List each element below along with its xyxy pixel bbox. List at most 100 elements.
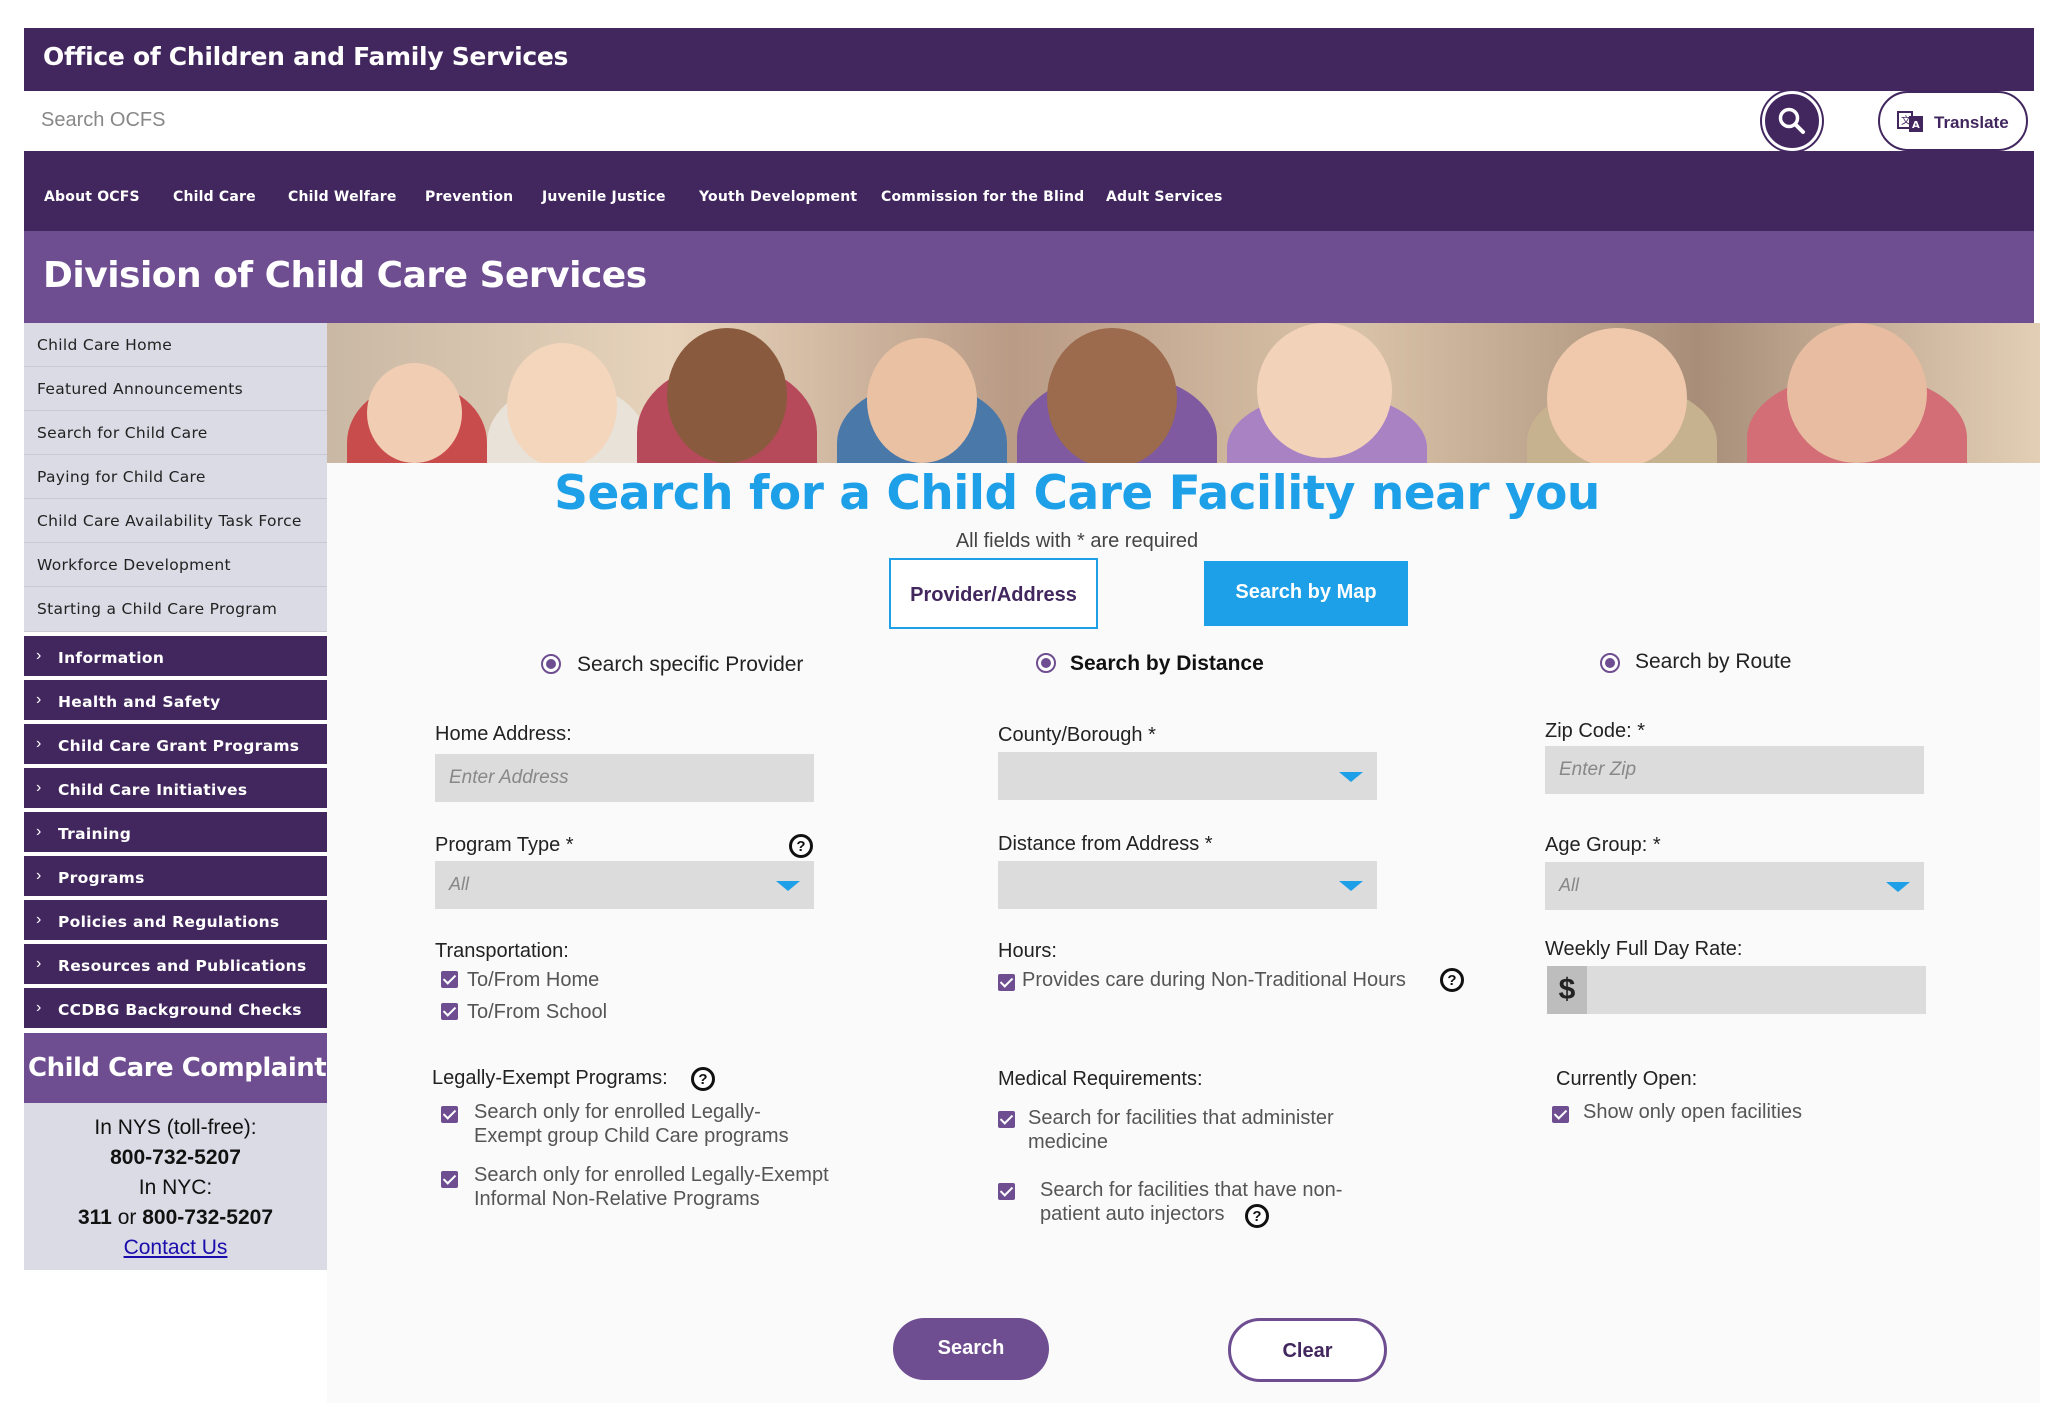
chevron-right-icon: ›: [36, 779, 42, 796]
checkbox-label-exempt-informal: Search only for enrolled Legally-Exempt I…: [474, 1164, 829, 1210]
checkbox-label-school: To/From School: [467, 1001, 608, 1023]
home-address-label: Home Address:: [435, 723, 572, 745]
currently-open-label: Currently Open:: [1556, 1068, 1698, 1090]
distance-label: Distance from Address *: [998, 833, 1213, 855]
sidebar-item-initiatives[interactable]: › Child Care Initiatives: [24, 768, 327, 810]
county-select[interactable]: [998, 752, 1377, 800]
transportation-label: Transportation:: [435, 940, 569, 962]
nav-item-juvenile-justice[interactable]: Juvenile Justice: [542, 189, 666, 205]
checkbox-auto-injectors[interactable]: [998, 1183, 1015, 1200]
nyc-label: In NYC:: [138, 1176, 213, 1199]
checkbox-open-facilities[interactable]: [1552, 1106, 1569, 1123]
sidebar-item-grant-programs[interactable]: › Child Care Grant Programs: [24, 724, 327, 766]
division-banner: Division of Child Care Services: [24, 231, 2034, 323]
chevron-down-icon: [776, 881, 800, 891]
chevron-right-icon: ›: [36, 955, 42, 972]
medical-label: Medical Requirements:: [998, 1068, 1203, 1090]
radio-search-provider[interactable]: [541, 654, 561, 674]
checkbox-non-traditional-hours[interactable]: [998, 974, 1015, 991]
checkbox-label-injectors: Search for facilities that have non-pati…: [1040, 1179, 1343, 1225]
zip-label: Zip Code: *: [1545, 720, 1646, 742]
sidebar-item-information[interactable]: › Information: [24, 636, 327, 678]
search-submit-button[interactable]: Search: [893, 1318, 1049, 1380]
checkbox-label-exempt-group: Search only for enrolled Legally- Exempt …: [474, 1101, 789, 1147]
dollar-icon: $: [1547, 966, 1587, 1014]
radio-search-distance[interactable]: [1036, 653, 1056, 673]
contact-us-link[interactable]: Contact Us: [124, 1236, 228, 1259]
sidebar-item-health-safety[interactable]: › Health and Safety: [24, 680, 327, 722]
distance-select[interactable]: [998, 861, 1377, 909]
site-search-input[interactable]: Search OCFS: [24, 91, 1864, 151]
weekly-rate-input[interactable]: $: [1547, 966, 1926, 1014]
zip-input[interactable]: Enter Zip: [1545, 746, 1924, 794]
checkbox-to-from-home[interactable]: [441, 971, 458, 988]
nav-item-child-care[interactable]: Child Care: [173, 189, 256, 205]
site-title[interactable]: Office of Children and Family Services: [43, 42, 568, 71]
help-icon[interactable]: ?: [1440, 968, 1464, 992]
chevron-right-icon: ›: [36, 911, 42, 928]
nav-item-commission-blind[interactable]: Commission for the Blind: [881, 189, 1084, 205]
county-label: County/Borough *: [998, 724, 1156, 746]
hours-label: Hours:: [998, 940, 1057, 962]
sidebar-item-ccdbg[interactable]: › CCDBG Background Checks: [24, 988, 327, 1030]
sidebar-item-starting-program[interactable]: Starting a Child Care Program: [24, 587, 327, 632]
radio-label-distance: Search by Distance: [1070, 652, 1264, 675]
nav-item-about[interactable]: About OCFS: [44, 189, 140, 205]
nav-item-child-welfare[interactable]: Child Welfare: [288, 189, 397, 205]
sidebar-item-programs[interactable]: › Programs: [24, 856, 327, 898]
translate-label: Translate: [1934, 113, 2009, 132]
search-button[interactable]: [1762, 91, 1822, 151]
contact-box: In NYS (toll-free): 800-732-5207 In NYC:…: [24, 1103, 327, 1270]
chevron-right-icon: ›: [36, 867, 42, 884]
legally-exempt-label: Legally-Exempt Programs:: [432, 1067, 668, 1089]
radio-label-route: Search by Route: [1635, 650, 1792, 673]
chevron-right-icon: ›: [36, 823, 42, 840]
site-search-placeholder: Search OCFS: [41, 109, 166, 131]
clear-button[interactable]: Clear: [1228, 1318, 1387, 1382]
sidebar-item-search-child-care[interactable]: Search for Child Care: [24, 411, 327, 455]
checkbox-legally-exempt-group[interactable]: [441, 1106, 458, 1123]
nav-item-adult-services[interactable]: Adult Services: [1106, 189, 1223, 205]
svg-text:A: A: [1912, 120, 1920, 131]
division-title: Division of Child Care Services: [43, 255, 647, 296]
checkbox-legally-exempt-informal[interactable]: [441, 1171, 458, 1188]
nav-item-prevention[interactable]: Prevention: [425, 189, 513, 205]
tab-search-by-map[interactable]: Search by Map: [1204, 561, 1408, 626]
sidebar-item-policies[interactable]: › Policies and Regulations: [24, 900, 327, 942]
sidebar-item-paying[interactable]: Paying for Child Care: [24, 455, 327, 499]
main-nav: About OCFS Child Care Child Welfare Prev…: [24, 151, 2034, 231]
checkbox-administer-medicine[interactable]: [998, 1111, 1015, 1128]
help-icon[interactable]: ?: [1245, 1204, 1269, 1228]
age-group-select[interactable]: All: [1545, 862, 1924, 910]
required-note: All fields with * are required: [955, 530, 1199, 552]
radio-label-provider: Search specific Provider: [577, 653, 804, 676]
chevron-down-icon: [1339, 772, 1363, 782]
nav-item-youth-development[interactable]: Youth Development: [699, 189, 857, 205]
weekly-rate-label: Weekly Full Day Rate:: [1545, 938, 1743, 960]
sidebar-item-task-force[interactable]: Child Care Availability Task Force: [24, 499, 327, 543]
help-icon[interactable]: ?: [789, 834, 813, 858]
home-address-input[interactable]: Enter Address: [435, 754, 814, 802]
complaints-heading: Child Care Complaints: [24, 1033, 342, 1103]
chevron-right-icon: ›: [36, 999, 42, 1016]
sidebar-item-workforce[interactable]: Workforce Development: [24, 543, 327, 587]
help-icon[interactable]: ?: [691, 1067, 715, 1091]
children-banner-photo: [327, 323, 2040, 463]
site-header: Office of Children and Family Services: [24, 28, 2034, 91]
checkbox-to-from-school[interactable]: [441, 1003, 458, 1020]
checkbox-label-medicine: Search for facilities that administer med…: [1028, 1107, 1334, 1153]
tab-provider-address[interactable]: Provider/Address: [889, 558, 1098, 629]
sidebar-item-training[interactable]: › Training: [24, 812, 327, 854]
program-type-label: Program Type *: [435, 834, 574, 856]
nyc-phone-line: 311 or 800-732-5207: [77, 1206, 274, 1229]
chevron-down-icon: [1886, 882, 1910, 892]
program-type-select[interactable]: All: [435, 861, 814, 909]
sidebar-item-resources[interactable]: › Resources and Publications: [24, 944, 327, 986]
translate-button[interactable]: 文 A Translate: [1878, 91, 2028, 151]
checkbox-label-open: Show only open facilities: [1583, 1101, 1803, 1123]
nys-phone: 800-732-5207: [110, 1146, 241, 1169]
sidebar-item-featured-announcements[interactable]: Featured Announcements: [24, 367, 327, 411]
page-heading: Search for a Child Care Facility near yo…: [554, 466, 1600, 521]
sidebar-item-child-care-home[interactable]: Child Care Home: [24, 323, 327, 367]
radio-search-route[interactable]: [1600, 653, 1620, 673]
